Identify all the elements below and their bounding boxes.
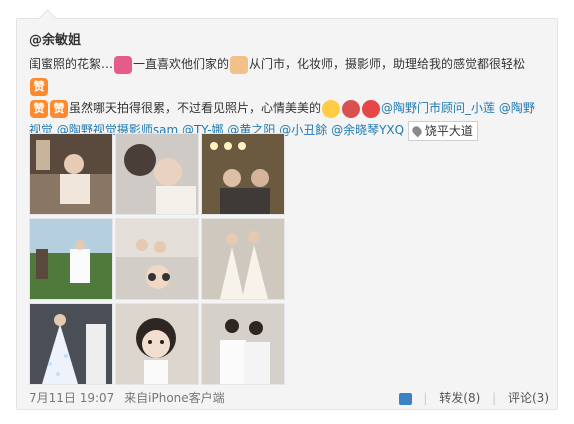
action-divider: | [492,391,497,405]
laugh-emoji-icon [322,99,341,118]
photo-thumbnail[interactable] [115,133,199,215]
post-meta: 7月11日 19:07 来自iPhone客户端 [29,389,225,406]
bow-emoji-icon [114,55,133,74]
location-tag[interactable]: 饶平大道 [407,120,478,141]
photo-thumbnail[interactable] [201,218,285,300]
photo-thumbnail[interactable] [115,218,199,300]
post-actions: | 转发(8) | 评论(3) [398,389,549,406]
zan-emoji-icon: 赞 [30,77,48,96]
location-text: 饶平大道 [424,123,473,138]
mention-link[interactable]: @小丑餘 [279,123,327,137]
photo-thumbnail[interactable] [201,303,285,385]
comment-button[interactable]: 评论(3) [508,391,549,405]
blush-emoji-icon [362,99,381,118]
weibo-post-card: @余敏姐 闺蜜照的花絮… 一直喜欢他们家的 从门市，化妆师，摄影师，助理给我的感觉都… [16,18,558,410]
photo-thumbnail[interactable] [29,218,113,300]
photo-thumbnail[interactable] [29,133,113,215]
clap-emoji-icon [230,55,249,74]
post-text-part: 一直喜欢他们家的 [133,57,230,71]
cake-emoji-icon [342,99,361,118]
post-source[interactable]: 来自iPhone客户端 [124,391,225,405]
photo-thumbnail[interactable] [201,133,285,215]
post-text: 闺蜜照的花絮… 一直喜欢他们家的 从门市，化妆师，摄影师，助理给我的感觉都很轻松赞赞… [29,53,545,141]
location-pin-icon [410,124,424,138]
action-divider: | [423,391,428,405]
mention-link[interactable]: @余晓琴YXQ [331,123,404,137]
author-name[interactable]: @余敏姐 [29,29,81,48]
repost-button[interactable]: 转发(8) [439,391,480,405]
post-timestamp[interactable]: 7月11日 19:07 [29,391,114,405]
post-text-part: 闺蜜照的花絮… [29,57,114,71]
zan-emoji-icon: 赞 [30,99,48,118]
zan-emoji-icon: 赞 [50,99,68,118]
post-text-part: 从门市，化妆师，摄影师，助理给我的感觉都很轻松 [249,57,526,71]
photo-thumbnail[interactable] [115,303,199,385]
photo-thumbnail[interactable] [29,303,113,385]
mention-link[interactable]: @陶野门市顾问_小莲 [381,101,495,115]
post-text-part: 虽然哪天拍得很累，不过看见照片，心情美美的 [69,101,322,115]
thumbs-up-icon[interactable] [398,392,412,405]
